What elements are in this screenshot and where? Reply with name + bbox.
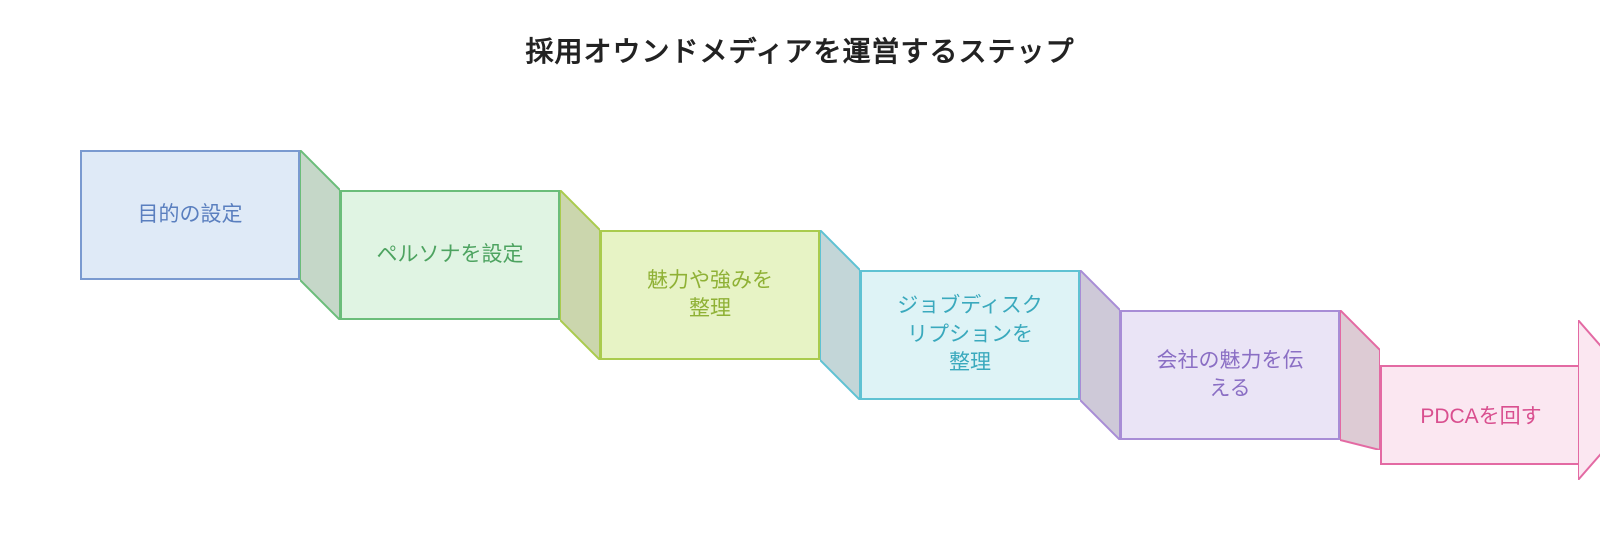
step-label: 魅力や強みを 整理 [647, 267, 773, 324]
step-box-5: 会社の魅力を伝 える [1120, 310, 1340, 440]
step-fold-5 [1340, 310, 1380, 450]
step-box-1: 目的の設定 [80, 150, 300, 280]
step-label: 会社の魅力を伝 える [1157, 347, 1304, 404]
step-box-4: ジョブディスク リプションを 整理 [860, 270, 1080, 400]
step-fold-1 [300, 150, 340, 320]
diagram-title: 採用オウンドメディアを運営するステップ [0, 30, 1600, 70]
step-fold-4 [1080, 270, 1120, 440]
step-arrow-6: PDCAを回す [1380, 350, 1600, 480]
step-label: 目的の設定 [138, 201, 243, 229]
step-fold-2 [560, 190, 600, 360]
step-label: ジョブディスク リプションを 整理 [897, 292, 1043, 377]
step-label: PDCAを回す [1420, 400, 1541, 430]
step-box-3: 魅力や強みを 整理 [600, 230, 820, 360]
step-label: ペルソナを設定 [377, 241, 524, 269]
arrow-body: PDCAを回す [1380, 365, 1580, 465]
step-box-2: ペルソナを設定 [340, 190, 560, 320]
arrow-head-icon [1578, 320, 1600, 480]
step-fold-3 [820, 230, 860, 400]
